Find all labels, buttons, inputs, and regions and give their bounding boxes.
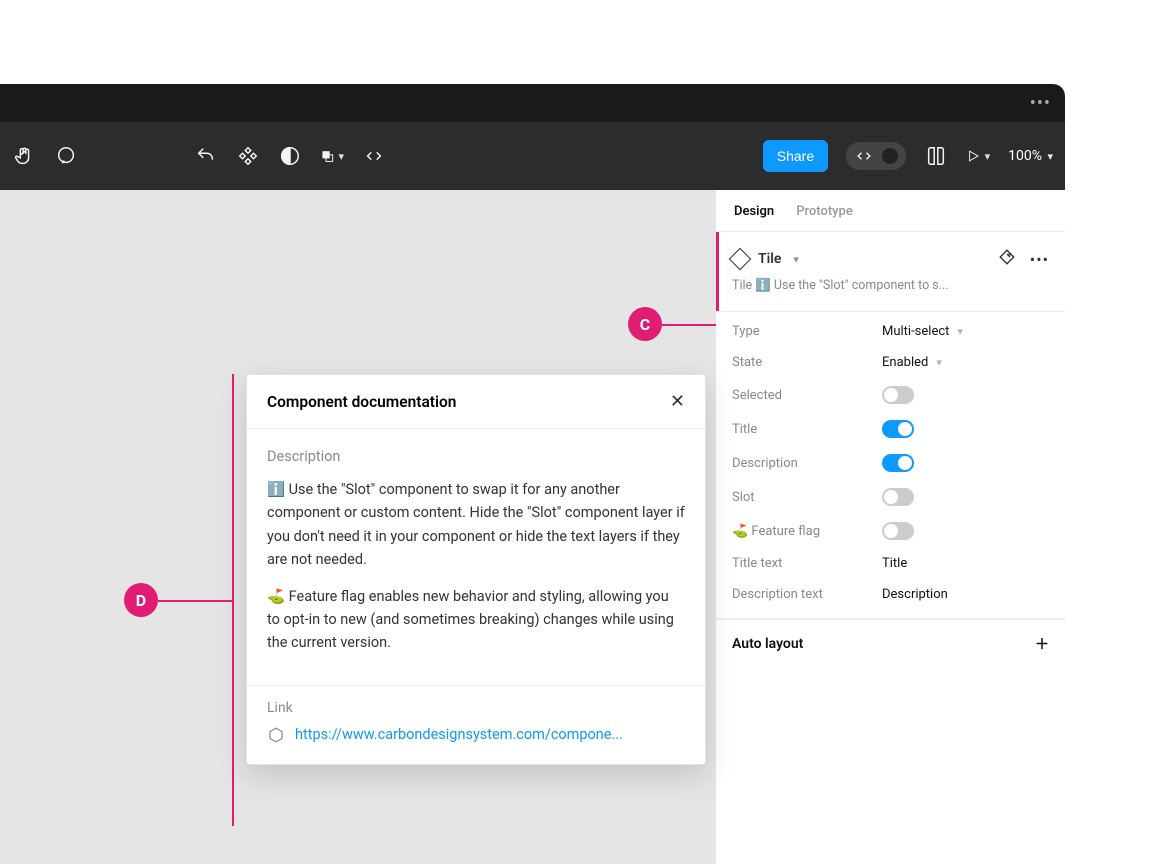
- toggle-selected[interactable]: [882, 386, 914, 404]
- window-titlebar: •••: [0, 84, 1065, 122]
- doc-title: Component documentation: [267, 393, 456, 411]
- doc-link[interactable]: https://www.carbondesignsystem.com/compo…: [295, 726, 685, 743]
- auto-layout-label: Auto layout: [732, 636, 803, 652]
- tab-design[interactable]: Design: [734, 204, 774, 219]
- prop-title: Title: [716, 412, 1065, 446]
- doc-description-p2: ⛳ Feature flag enables new behavior and …: [267, 585, 685, 655]
- undo-icon[interactable]: [194, 144, 218, 168]
- share-button[interactable]: Share: [763, 140, 828, 172]
- component-description[interactable]: Tile ℹ️ Use the "Slot" component to s...: [716, 274, 1065, 305]
- prop-description: Description: [716, 446, 1065, 480]
- prop-feature-flag: ⛳ Feature flag: [716, 514, 1065, 548]
- mask-icon[interactable]: [278, 144, 302, 168]
- toolbar: ▾ Share ▾ 100% ▾: [0, 122, 1065, 190]
- prop-state[interactable]: State Enabled▾: [716, 347, 1065, 378]
- dev-mode-icon[interactable]: [362, 144, 386, 168]
- tab-prototype[interactable]: Prototype: [796, 204, 853, 219]
- component-documentation-popover: Component documentation ✕ Description ℹ️…: [246, 374, 706, 765]
- link-hex-icon: [267, 726, 285, 744]
- annotation-d-bar: [232, 374, 234, 826]
- annotation-d: D: [124, 583, 158, 617]
- doc-description-p1: ℹ️ Use the "Slot" component to swap it f…: [267, 478, 685, 571]
- annotation-c: C: [628, 307, 662, 341]
- inspector-panel: Design Prototype Tile ▾ ••• Tile ℹ️ Use …: [715, 190, 1065, 864]
- dev-mode-toggle[interactable]: [846, 142, 906, 170]
- library-icon[interactable]: [924, 144, 948, 168]
- chevron-down-icon: ▾: [985, 150, 991, 163]
- zoom-level[interactable]: 100% ▾: [1008, 148, 1053, 164]
- close-icon[interactable]: ✕: [670, 391, 685, 412]
- chevron-down-icon[interactable]: ▾: [793, 253, 799, 266]
- prop-type[interactable]: Type Multi-select▾: [716, 316, 1065, 347]
- more-menu-icon[interactable]: •••: [1030, 93, 1051, 114]
- prop-title-text[interactable]: Title text Title: [716, 548, 1065, 579]
- prop-selected: Selected: [716, 378, 1065, 412]
- comment-tool-icon[interactable]: [54, 144, 78, 168]
- present-button[interactable]: ▾: [966, 144, 990, 168]
- chevron-down-icon: ▾: [338, 150, 344, 163]
- toggle-description[interactable]: [882, 454, 914, 472]
- more-icon[interactable]: •••: [1030, 250, 1049, 269]
- component-name[interactable]: Tile: [758, 251, 781, 267]
- doc-description-label: Description: [267, 445, 685, 468]
- prop-slot: Slot: [716, 480, 1065, 514]
- component-icon: [729, 248, 752, 271]
- toggle-knob: [882, 148, 898, 164]
- toggle-slot[interactable]: [882, 488, 914, 506]
- components-icon[interactable]: [236, 144, 260, 168]
- prop-description-text[interactable]: Description text Description: [716, 579, 1065, 610]
- hand-tool-icon[interactable]: [12, 144, 36, 168]
- code-icon: [854, 146, 874, 166]
- add-auto-layout-button[interactable]: ＋: [1035, 634, 1049, 654]
- boolean-ops-icon[interactable]: ▾: [320, 144, 344, 168]
- inspector-tabs: Design Prototype: [716, 190, 1065, 232]
- auto-layout-section: Auto layout ＋: [716, 619, 1065, 668]
- toggle-feature-flag[interactable]: [882, 522, 914, 540]
- toggle-title[interactable]: [882, 420, 914, 438]
- detach-icon[interactable]: [998, 248, 1016, 270]
- doc-link-label: Link: [267, 700, 685, 716]
